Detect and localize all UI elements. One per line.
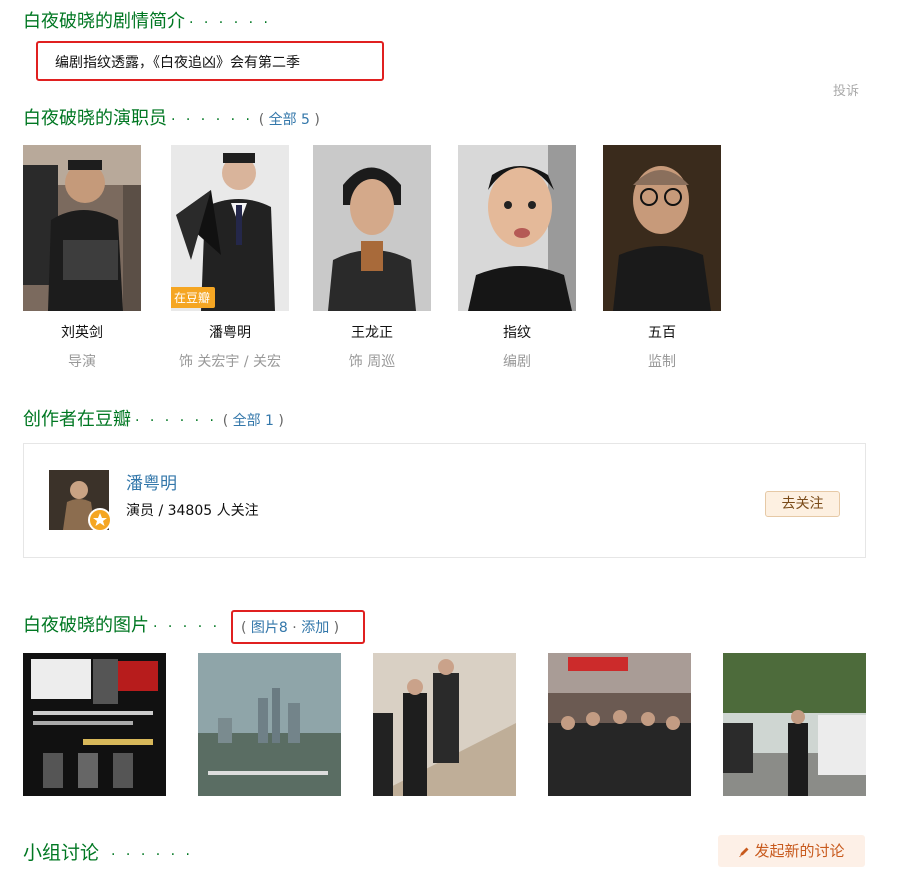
cast-photo[interactable] [458, 145, 576, 311]
creators-all-link[interactable]: ( 全部 1 ) [223, 413, 284, 429]
photos-title: 白夜破晓的图片 [23, 615, 149, 636]
cast-name[interactable]: 潘粤明 [171, 322, 289, 342]
writer-photo-icon [458, 145, 576, 311]
summary-text: 编剧指纹透露，《白夜追凶》会有第二季 [55, 55, 300, 71]
group-title: 小组讨论 [23, 842, 100, 864]
actor-photo-icon [313, 145, 431, 311]
cast-name[interactable]: 指纹 [458, 322, 576, 342]
photo-thumbnail[interactable] [198, 653, 341, 796]
photo-thumbnail[interactable] [548, 653, 691, 796]
cast-name[interactable]: 王龙正 [313, 322, 431, 342]
title-dots: · · · · · · [171, 112, 253, 128]
summary-title: 白夜破晓的剧情简介 [23, 11, 185, 32]
title-dots: · · · · · · [135, 413, 217, 429]
verified-star-icon [88, 508, 112, 532]
cast-name[interactable]: 刘英剑 [23, 322, 141, 342]
cast-name[interactable]: 五百 [603, 322, 721, 342]
new-discussion-label: 发起新的讨论 [754, 842, 845, 860]
photo-thumbnail[interactable] [723, 653, 866, 796]
report-link[interactable]: 投诉 [833, 80, 859, 99]
title-dots: · · · · · [153, 619, 221, 635]
cast-all-link[interactable]: ( 全部 5 ) [259, 112, 320, 128]
director-photo-icon [23, 145, 141, 311]
cast-photo[interactable] [603, 145, 721, 311]
cast-role: 饰 周巡 [348, 354, 396, 370]
cast-section-title: 白夜破晓的演职员 · · · · · · ( 全部 5 ) [23, 104, 320, 130]
photos-link-highlight-box: ( 图片8 · 添加 ) [231, 610, 365, 644]
cast-card[interactable]: 刘英剑 导演 [23, 145, 141, 371]
cast-card[interactable]: 王龙正 饰 周巡 [313, 145, 431, 371]
pencil-icon [738, 846, 750, 858]
photos-links: ( 图片8 · 添加 ) [241, 620, 340, 636]
creator-card: 潘粤明 演员 / 34805 人关注 去关注 [23, 443, 866, 558]
title-dots: · · · · · · [189, 15, 271, 31]
on-douban-badge: 在豆瓣 [171, 287, 216, 308]
photo-thumbnail[interactable] [373, 653, 516, 796]
cast-photo[interactable] [23, 145, 141, 311]
new-discussion-button[interactable]: 发起新的讨论 [718, 835, 865, 867]
cast-card[interactable]: 指纹 编剧 [458, 145, 576, 371]
cast-role: 监制 [648, 354, 676, 370]
creator-meta: 演员 / 34805 人关注 [126, 503, 259, 519]
summary-section-title: 白夜破晓的剧情简介 · · · · · · [23, 7, 271, 33]
add-photo-link[interactable]: 添加 [301, 620, 329, 636]
cast-photo[interactable]: 在豆瓣 [171, 145, 289, 311]
creators-title: 创作者在豆瓣 [23, 409, 131, 430]
photos-count-link[interactable]: 图片8 [251, 620, 288, 636]
poster-image-icon [23, 653, 166, 796]
summary-highlight-box: 编剧指纹透露，《白夜追凶》会有第二季 [36, 41, 384, 81]
producer-photo-icon [603, 145, 721, 311]
crowd-scene-image-icon [548, 653, 691, 796]
cast-photo[interactable] [313, 145, 431, 311]
creator-name-link[interactable]: 潘粤明 [126, 469, 177, 494]
photos-section-title: 白夜破晓的图片 · · · · · [23, 611, 220, 637]
street-scene-image-icon [723, 653, 866, 796]
city-skyline-image-icon [198, 653, 341, 796]
title-dots: · · · · · · [111, 847, 193, 863]
cast-title: 白夜破晓的演职员 [23, 108, 167, 129]
creators-section-title: 创作者在豆瓣 · · · · · · ( 全部 1 ) [23, 405, 284, 431]
cast-role: 编剧 [503, 354, 531, 370]
cast-role: 导演 [68, 354, 96, 370]
cast-card[interactable]: 在豆瓣 潘粤明 饰 关宏宇 / 关宏 [171, 145, 289, 371]
follow-button[interactable]: 去关注 [765, 491, 840, 517]
cast-card[interactable]: 五百 监制 [603, 145, 721, 371]
group-section-title: 小组讨论 · · · · · · [23, 838, 193, 865]
escalator-scene-image-icon [373, 653, 516, 796]
photo-thumbnail[interactable] [23, 653, 166, 796]
cast-role: 饰 关宏宇 / 关宏 [178, 354, 282, 370]
